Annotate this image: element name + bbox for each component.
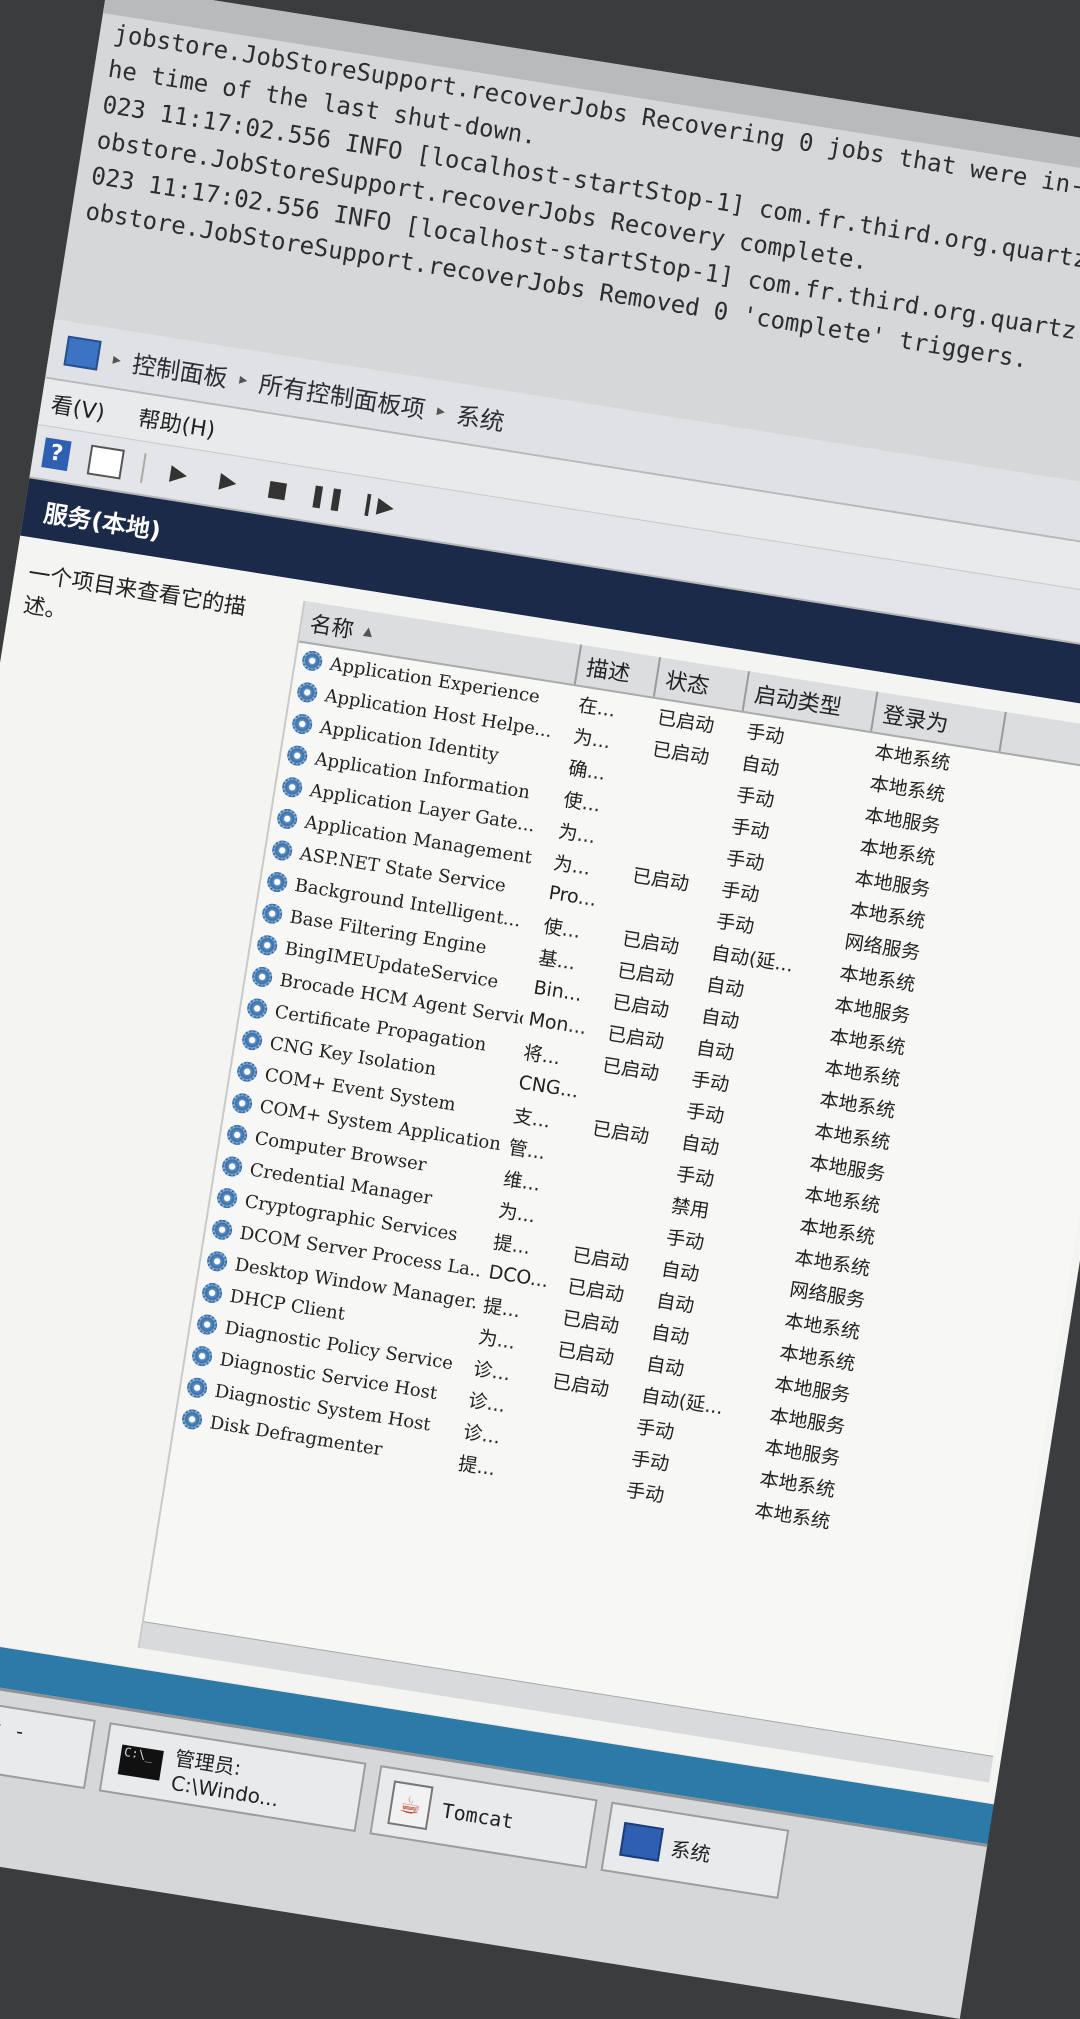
service-gear-icon bbox=[255, 933, 279, 957]
service-state bbox=[572, 1220, 661, 1234]
description-hint: 一个项目来查看它的描述。 bbox=[21, 561, 248, 625]
sort-up-icon: ▲ bbox=[362, 623, 374, 639]
panel-title: 服务(本地) bbox=[41, 498, 163, 545]
start-alt-icon[interactable]: ▶ bbox=[211, 464, 245, 498]
taskbar-tomcat[interactable]: ☕ Tomcat bbox=[369, 1765, 598, 1869]
photo-stage: jobstore.JobStoreSupport.recoverJobs Rec… bbox=[0, 0, 1080, 2019]
service-gear-icon bbox=[185, 1376, 209, 1400]
java-icon: ☕ bbox=[387, 1780, 434, 1831]
menu-help[interactable]: 帮助(H) bbox=[136, 401, 218, 445]
taskbar-cmd[interactable]: C:\_ 管理员: C:\Windo... bbox=[98, 1722, 367, 1833]
service-gear-icon bbox=[200, 1281, 224, 1305]
service-state bbox=[582, 1157, 671, 1171]
content-area: 一个项目来查看它的描述。 名称 ▲ 描述 状态 启动类型 登录为 Applica… bbox=[0, 535, 1080, 1804]
service-gear-icon bbox=[215, 1186, 239, 1210]
service-state bbox=[622, 904, 711, 918]
service-gear-icon bbox=[260, 902, 284, 926]
service-gear-icon bbox=[195, 1313, 219, 1336]
services-list[interactable]: 名称 ▲ 描述 状态 启动类型 登录为 Application Experien… bbox=[137, 600, 1080, 1783]
col-name-label: 名称 bbox=[307, 612, 356, 644]
breadcrumb-control-panel[interactable]: 控制面板 bbox=[130, 344, 230, 394]
service-gear-icon bbox=[285, 744, 309, 768]
service-state bbox=[542, 1410, 631, 1424]
service-state bbox=[532, 1473, 621, 1487]
service-gear-icon bbox=[290, 712, 314, 736]
service-gear-icon bbox=[210, 1218, 234, 1242]
control-panel-icon bbox=[63, 335, 102, 371]
breadcrumb-system[interactable]: 系统 bbox=[454, 395, 507, 437]
service-gear-icon bbox=[300, 649, 324, 673]
services-window: ▸ 控制面板 ▸ 所有控制面板项 ▸ 系统 看(V) 帮助(H) ? ▶ ▶ ■… bbox=[0, 319, 1080, 1805]
service-gear-icon bbox=[190, 1344, 214, 1368]
restart-service-icon[interactable]: ❙▶ bbox=[357, 488, 396, 522]
service-gear-icon bbox=[225, 1123, 249, 1147]
menu-view[interactable]: 看(V) bbox=[49, 387, 108, 427]
service-state bbox=[577, 1189, 666, 1203]
service-state bbox=[642, 778, 731, 792]
service-gear-icon bbox=[235, 1060, 259, 1084]
start-service-icon[interactable]: ▶ bbox=[162, 456, 196, 490]
service-gear-icon bbox=[220, 1155, 244, 1178]
service-gear-icon bbox=[180, 1407, 204, 1431]
chevron-right-icon[interactable]: ▸ bbox=[436, 400, 447, 420]
service-rows: Application Experience 在... 已启动 手动 本地系统 Appli… bbox=[174, 643, 1080, 1568]
stop-service-icon[interactable]: ■ bbox=[260, 472, 294, 506]
taskbar-cmd-label: 管理员: C:\Windo... bbox=[169, 1745, 281, 1811]
pause-service-icon[interactable]: ❚❚ bbox=[307, 480, 347, 514]
help-icon[interactable]: ? bbox=[41, 437, 72, 472]
service-gear-icon bbox=[275, 807, 299, 831]
terminal-icon: C:\_ bbox=[117, 1744, 165, 1781]
service-gear-icon bbox=[240, 1028, 264, 1052]
service-state bbox=[632, 841, 721, 855]
service-gear-icon bbox=[295, 680, 319, 704]
properties-icon[interactable] bbox=[86, 444, 125, 480]
service-gear-icon bbox=[245, 997, 269, 1020]
service-state bbox=[537, 1442, 626, 1456]
toolbar-divider bbox=[139, 453, 147, 483]
system-window-icon bbox=[619, 1821, 664, 1862]
service-gear-icon bbox=[250, 965, 274, 989]
taskbar-tomcat-label: Tomcat bbox=[440, 1798, 516, 1834]
service-gear-icon bbox=[230, 1091, 254, 1115]
service-gear-icon bbox=[280, 775, 304, 799]
chevron-right-icon[interactable]: ▸ bbox=[112, 349, 123, 369]
taskbar-system-label: 系统 bbox=[669, 1836, 713, 1867]
chevron-right-icon[interactable]: ▸ bbox=[238, 369, 249, 389]
taskbar-system[interactable]: 系统 bbox=[600, 1801, 790, 1899]
service-state bbox=[592, 1094, 681, 1108]
service-gear-icon bbox=[270, 839, 294, 862]
service-gear-icon bbox=[205, 1249, 229, 1273]
taskbar-chrome-label: localhost - Goog... bbox=[0, 1699, 28, 1745]
service-state bbox=[637, 809, 726, 823]
service-gear-icon bbox=[265, 870, 289, 894]
